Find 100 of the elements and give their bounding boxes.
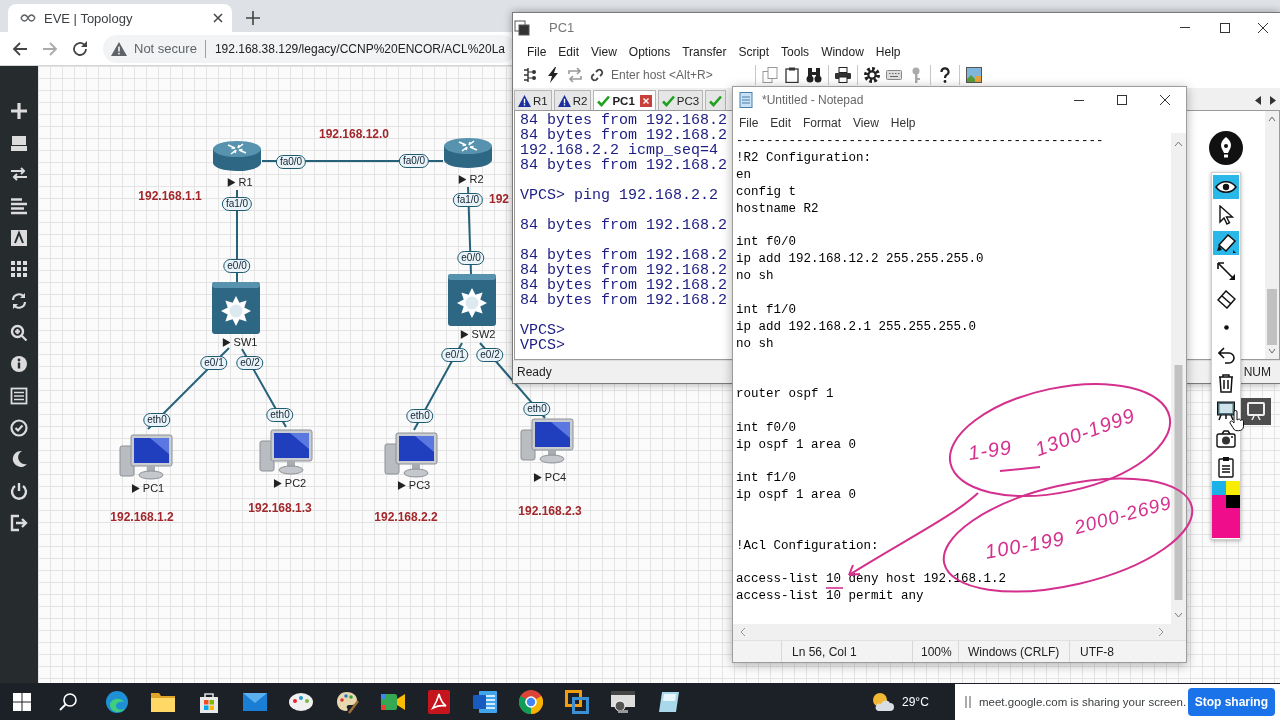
security-label[interactable]: Not secure <box>134 41 197 56</box>
keyboard-icon[interactable] <box>886 67 902 83</box>
align-lines-icon[interactable] <box>10 196 28 215</box>
easel-tile-icon[interactable] <box>1241 398 1271 425</box>
gear-icon[interactable] <box>864 67 880 83</box>
stop-sharing-button[interactable]: Stop sharing <box>1187 688 1275 716</box>
diagonal-arrow-icon[interactable] <box>1216 261 1236 281</box>
printer-icon[interactable] <box>835 67 851 83</box>
pointer-icon[interactable] <box>1218 204 1234 226</box>
slanted-tile-icon[interactable] <box>659 691 679 712</box>
pen-nib-icon[interactable] <box>1209 131 1243 165</box>
shopping-bag-icon[interactable] <box>198 690 220 713</box>
node-name[interactable]: R2 <box>469 173 484 185</box>
drive-icon[interactable] <box>10 133 28 152</box>
menu-item[interactable]: Options <box>622 45 677 59</box>
refresh-icon[interactable] <box>10 291 28 310</box>
caret-tile-icon[interactable] <box>10 228 28 247</box>
back-arrow-icon[interactable] <box>12 40 28 57</box>
palette-icon[interactable] <box>289 692 313 711</box>
close-icon[interactable] <box>213 13 223 23</box>
check-circle-icon[interactable] <box>10 418 28 437</box>
lightning-icon[interactable] <box>545 67 561 83</box>
computer-icon[interactable] <box>384 432 438 478</box>
ring-logo-icon[interactable] <box>519 689 543 714</box>
menu-item[interactable]: File <box>521 45 553 59</box>
menu-item[interactable]: Format <box>797 116 848 130</box>
eraser-icon[interactable] <box>1216 289 1236 309</box>
computer-icon[interactable] <box>520 418 574 464</box>
brush-palette-icon[interactable] <box>335 689 359 714</box>
menu-item[interactable]: Window <box>815 45 870 59</box>
reload-icon[interactable] <box>72 40 88 57</box>
node-name[interactable]: PC3 <box>408 479 431 491</box>
menu-item[interactable]: Help <box>884 116 922 130</box>
moon-icon[interactable] <box>10 450 28 469</box>
node-name[interactable]: SW1 <box>233 336 258 348</box>
monitor-window-icon[interactable] <box>611 690 635 713</box>
menu-item[interactable]: Help <box>869 45 907 59</box>
close-tab-icon[interactable] <box>639 94 652 107</box>
session-tab[interactable]: PC1 <box>593 90 656 110</box>
session-tab[interactable]: R2 <box>553 90 592 110</box>
router-icon[interactable] <box>212 140 262 172</box>
session-tab[interactable]: PC3 <box>657 90 704 110</box>
minimize-icon[interactable] <box>1073 99 1084 101</box>
scroll-left-icon[interactable] <box>1255 95 1261 105</box>
info-icon[interactable] <box>10 355 28 374</box>
zoom-icon[interactable] <box>10 323 28 342</box>
close-icon[interactable] <box>1257 22 1268 33</box>
swirl-icon[interactable] <box>105 689 129 714</box>
clipboard-icon[interactable] <box>784 67 800 83</box>
copy-icon[interactable] <box>762 67 778 83</box>
menu-item[interactable]: File <box>733 116 765 130</box>
trash-icon[interactable] <box>1218 373 1234 393</box>
video-camera-icon[interactable] <box>381 692 405 711</box>
folder-icon[interactable] <box>151 691 175 712</box>
eye-icon[interactable] <box>1213 175 1239 199</box>
highlighter-icon[interactable] <box>1213 231 1239 255</box>
browser-tab[interactable]: EVE | Topology <box>8 4 232 32</box>
camera-icon[interactable] <box>1216 430 1236 448</box>
picture-icon[interactable] <box>966 67 982 83</box>
undo-icon[interactable] <box>1217 346 1235 364</box>
power-icon[interactable] <box>10 482 28 501</box>
computer-icon[interactable] <box>259 429 313 475</box>
tree-icon[interactable] <box>523 67 539 83</box>
document-tile-icon[interactable] <box>428 689 450 714</box>
clipboard-icon[interactable] <box>1218 456 1234 478</box>
help-icon[interactable] <box>937 67 953 83</box>
menu-item[interactable]: View <box>585 45 623 59</box>
maximize-icon[interactable] <box>1220 22 1230 33</box>
node-name[interactable]: PC2 <box>284 477 307 489</box>
menu-item[interactable]: Tools <box>775 45 816 59</box>
host-field[interactable]: Enter host <Alt+R> <box>611 65 749 85</box>
dot-icon[interactable] <box>1223 324 1229 330</box>
node-name[interactable]: PC1 <box>142 482 165 494</box>
menu-item[interactable]: View <box>847 116 885 130</box>
node-name[interactable]: SW2 <box>471 328 496 340</box>
maximize-icon[interactable] <box>1116 95 1127 105</box>
temperature[interactable]: 29°C <box>902 694 929 709</box>
easel-icon[interactable] <box>1217 401 1235 421</box>
overlapping-squares-icon[interactable] <box>565 689 589 714</box>
grip-icon[interactable] <box>965 696 971 708</box>
session-tab[interactable] <box>705 90 727 110</box>
search-icon[interactable] <box>59 692 77 711</box>
exit-icon[interactable] <box>10 513 28 532</box>
router-icon[interactable] <box>443 137 493 169</box>
node-name[interactable]: PC4 <box>544 471 567 483</box>
link-icon[interactable] <box>589 67 605 83</box>
menu-item[interactable]: Transfer <box>676 45 733 59</box>
color-swatch[interactable] <box>1226 495 1240 508</box>
menu-item[interactable]: Edit <box>552 45 586 59</box>
plus-icon[interactable] <box>246 11 260 25</box>
scroll-right-icon[interactable] <box>1270 95 1276 105</box>
binoculars-icon[interactable] <box>806 67 822 83</box>
lined-page-icon[interactable] <box>473 690 497 713</box>
computer-icon[interactable] <box>119 434 173 480</box>
switch-icon[interactable] <box>448 274 496 326</box>
node-name[interactable]: R1 <box>238 176 253 188</box>
envelope-icon[interactable] <box>243 692 267 711</box>
color-swatch[interactable] <box>1226 481 1240 495</box>
menu-item[interactable]: Script <box>732 45 776 59</box>
list-icon[interactable] <box>10 387 28 406</box>
